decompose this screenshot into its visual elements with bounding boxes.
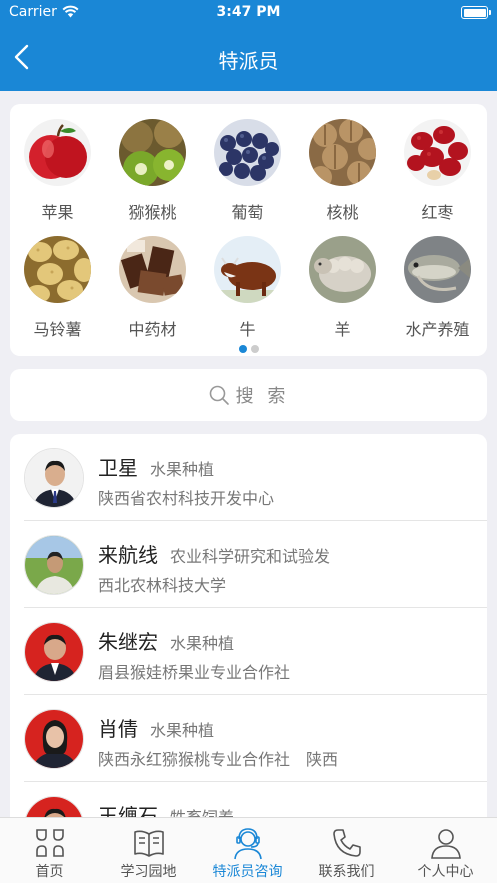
person-icon — [430, 829, 461, 859]
tab-label: 学习园地 — [120, 864, 177, 880]
avatar — [24, 535, 84, 595]
expert-field: 水果种植 — [150, 460, 215, 479]
page-dot-active[interactable] — [238, 345, 247, 353]
category-label: 葡萄 — [231, 203, 264, 222]
expert-row[interactable]: 卫星 水果种植 陕西省农村科技开发中心 — [10, 434, 487, 521]
tab-profile[interactable]: 个人中心 — [396, 818, 495, 881]
expert-org: 陕西省农村科技开发中心 — [98, 489, 275, 508]
category-kiwi[interactable]: 猕猴桃 — [105, 119, 200, 223]
category-apple[interactable]: 苹果 — [10, 119, 105, 223]
clock: 3:47 PM — [216, 4, 281, 20]
walnut-image — [309, 119, 376, 186]
expert-row[interactable]: 肖倩 水果种植 陕西永红猕猴桃专业合作社 陕西 — [10, 695, 487, 782]
expert-name: 肖倩 — [98, 717, 138, 741]
category-label: 苹果 — [41, 203, 74, 222]
potato-image — [24, 236, 91, 303]
category-label: 中药材 — [128, 320, 177, 339]
tab-label: 联系我们 — [318, 864, 375, 880]
apple-image — [24, 119, 91, 186]
nav-bar: 特派员 — [0, 26, 497, 91]
expert-list: 卫星 水果种植 陕西省农村科技开发中心 来航线 农业科学研究和试验发 西北农林科技大… — [10, 434, 487, 834]
tab-home[interactable]: 首页 — [0, 818, 99, 881]
tab-consult[interactable]: 特派员咨询 — [198, 818, 297, 881]
category-grape[interactable]: 葡萄 — [200, 119, 295, 223]
tab-label: 个人中心 — [417, 864, 474, 880]
expert-name-line: 来航线 农业科学研究和试验发 — [98, 539, 330, 568]
category-label: 猕猴桃 — [128, 203, 177, 222]
tab-bar: 首页 学习园地 特派员咨询 联系我们 个人中心 — [0, 817, 497, 883]
expert-row[interactable]: 朱继宏 水果种植 眉县猴娃桥果业专业合作社 — [10, 608, 487, 695]
jujube-image — [404, 119, 471, 186]
phone-icon — [332, 829, 361, 857]
category-herb[interactable]: 中药材 — [105, 236, 200, 340]
category-potato[interactable]: 马铃薯 — [10, 236, 105, 340]
category-label: 羊 — [334, 320, 351, 339]
tab-contact[interactable]: 联系我们 — [297, 818, 396, 881]
expert-name: 朱继宏 — [98, 630, 158, 654]
grape-image — [214, 119, 281, 186]
avatar — [24, 448, 84, 508]
expert-field: 水果种植 — [170, 634, 235, 653]
cow-image — [214, 236, 281, 303]
category-walnut[interactable]: 核桃 — [295, 119, 390, 223]
category-label: 核桃 — [326, 203, 359, 222]
page-indicator[interactable] — [10, 338, 487, 357]
category-aquaculture[interactable]: 水产养殖 — [390, 236, 485, 340]
category-card: 苹果 猕猴桃 葡萄 核桃 红枣 马铃薯 中药材 牛 羊 水产养殖 — [10, 104, 487, 356]
sheep-image — [309, 236, 376, 303]
page-title: 特派员 — [218, 49, 279, 73]
category-sheep[interactable]: 羊 — [295, 236, 390, 340]
fish-image — [404, 236, 471, 303]
page-dot[interactable] — [250, 345, 259, 353]
search-placeholder: 搜 索 — [235, 386, 290, 407]
herb-image — [119, 236, 186, 303]
expert-name: 来航线 — [98, 543, 158, 567]
expert-name-line: 肖倩 水果种植 — [98, 713, 214, 742]
expert-field: 水果种植 — [150, 721, 215, 740]
search-bar[interactable]: 搜 索 — [10, 369, 487, 421]
expert-field: 农业科学研究和试验发 — [170, 547, 331, 566]
kiwi-image — [119, 119, 186, 186]
expert-row[interactable]: 来航线 农业科学研究和试验发 西北农林科技大学 — [10, 521, 487, 608]
category-cow[interactable]: 牛 — [200, 236, 295, 340]
expert-name-line: 朱继宏 水果种植 — [98, 626, 234, 655]
tab-label: 特派员咨询 — [212, 864, 283, 880]
battery-icon — [461, 6, 491, 19]
book-icon — [133, 830, 164, 857]
expert-name: 卫星 — [98, 456, 138, 480]
tab-study[interactable]: 学习园地 — [99, 818, 198, 881]
search-icon — [209, 385, 229, 405]
consultant-headset-icon — [233, 828, 262, 860]
category-jujube[interactable]: 红枣 — [390, 119, 485, 223]
tab-label: 首页 — [35, 864, 64, 880]
avatar — [24, 709, 84, 769]
expert-org: 眉县猴娃桥果业专业合作社 — [98, 663, 291, 682]
status-bar: Carrier 3:47 PM — [0, 0, 497, 26]
expert-org: 西北农林科技大学 — [98, 576, 227, 595]
avatar — [24, 622, 84, 682]
expert-org: 陕西永红猕猴桃专业合作社 陕西 — [98, 750, 339, 769]
category-label: 马铃薯 — [33, 320, 82, 339]
category-label: 水产养殖 — [405, 320, 470, 339]
category-label: 牛 — [239, 320, 256, 339]
home-grid-icon — [35, 829, 64, 857]
category-label: 红枣 — [421, 203, 454, 222]
expert-name-line: 卫星 水果种植 — [98, 452, 214, 481]
